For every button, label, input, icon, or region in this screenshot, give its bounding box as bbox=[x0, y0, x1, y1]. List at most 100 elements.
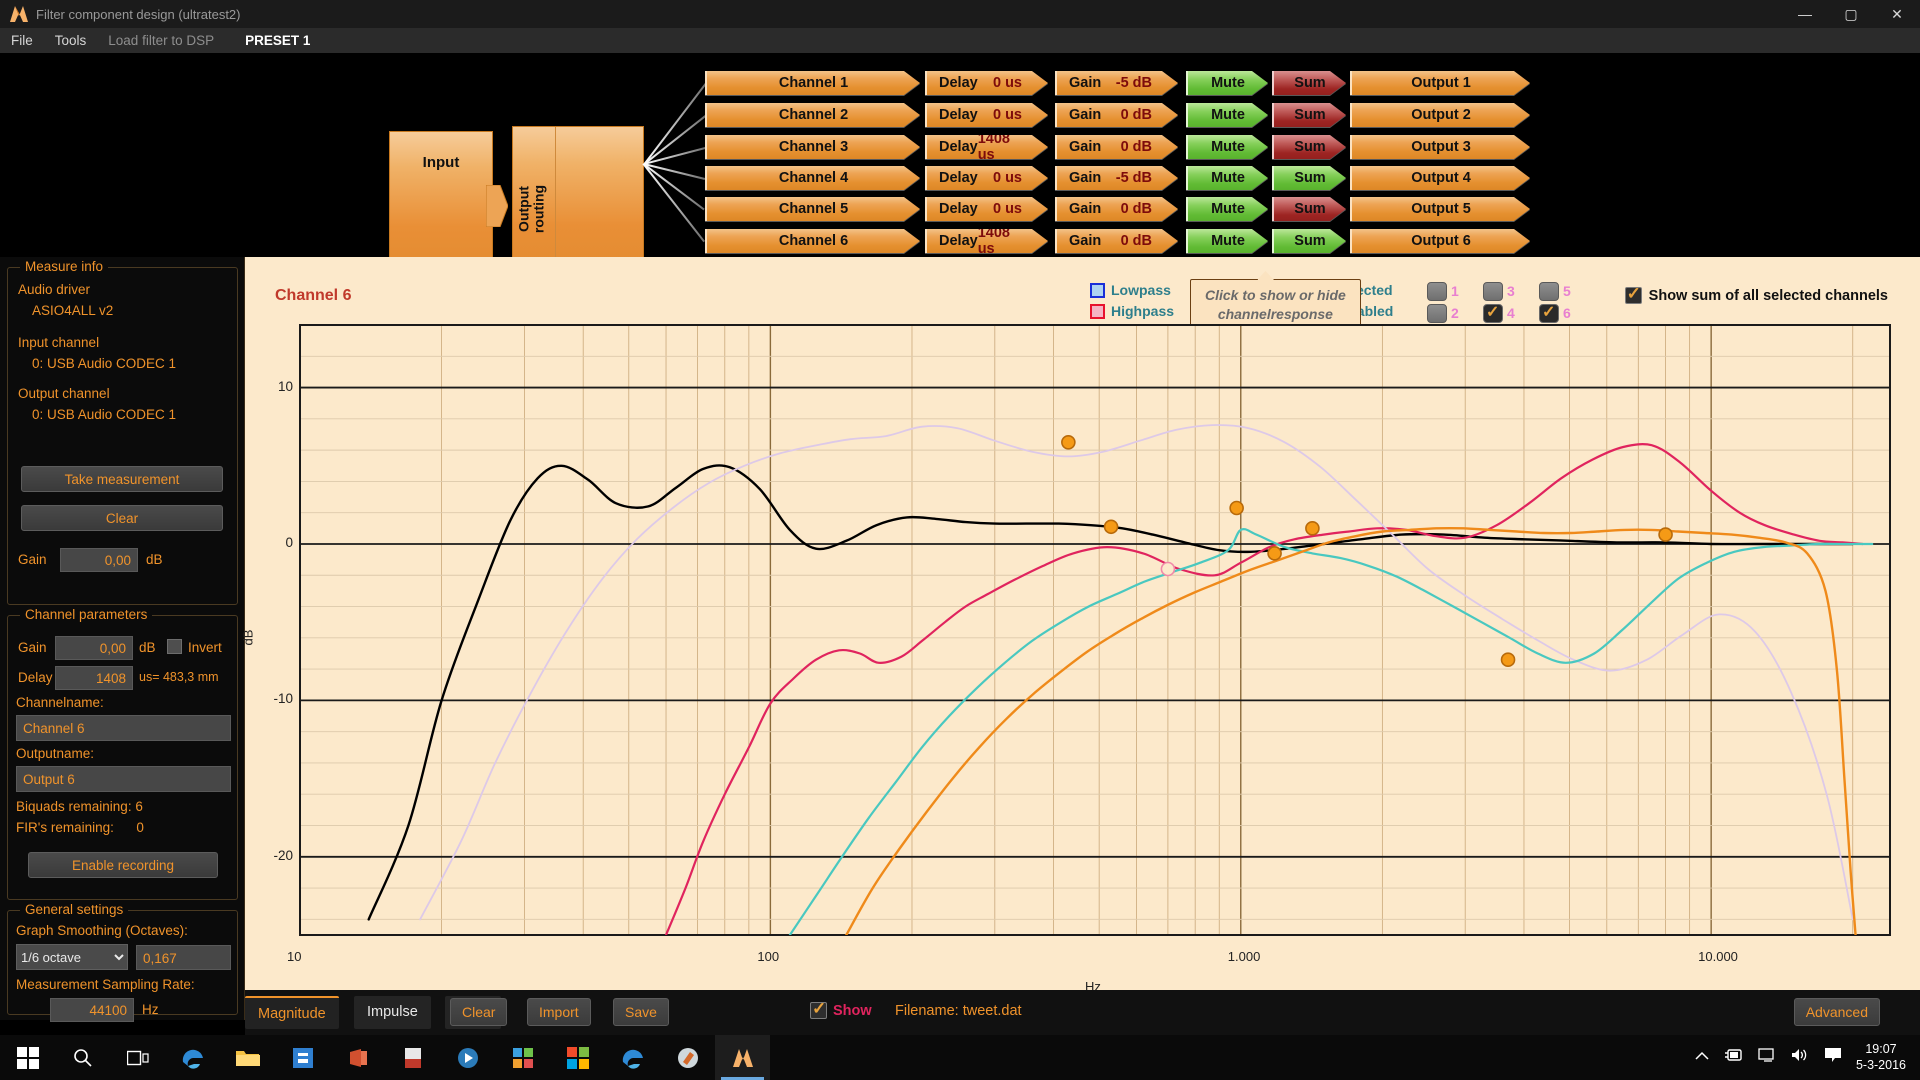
show-hidden-icons-icon[interactable] bbox=[1694, 1049, 1710, 1067]
routing-output-4[interactable]: Output 4 bbox=[1350, 166, 1530, 190]
sampling-rate-input[interactable]: 44100 bbox=[50, 998, 134, 1022]
invert-checkbox[interactable] bbox=[167, 639, 182, 654]
routing-channel-3[interactable]: Channel 3 bbox=[705, 135, 920, 159]
show-checkbox[interactable] bbox=[810, 999, 827, 1019]
routing-channel-2[interactable]: Channel 2 bbox=[705, 103, 920, 127]
filter-marker-7[interactable] bbox=[1500, 652, 1516, 668]
start-icon[interactable] bbox=[0, 1035, 55, 1080]
clock[interactable]: 19:07 5-3-2016 bbox=[1856, 1042, 1906, 1073]
routing-sum-label-5: Sum bbox=[1294, 201, 1326, 217]
routing-output-label-3: Output 3 bbox=[1411, 139, 1471, 155]
routing-gain-2[interactable]: Gain 0 dB bbox=[1055, 103, 1178, 127]
advanced-button[interactable]: Advanced bbox=[1793, 998, 1880, 1026]
minimize-button[interactable]: — bbox=[1782, 0, 1828, 28]
graph-smoothing-value[interactable]: 0,167 bbox=[136, 945, 231, 970]
power-plug-icon[interactable] bbox=[1724, 1048, 1744, 1067]
left-sidebar: Measure info Audio driver ASIO4ALL v2 In… bbox=[0, 257, 245, 1022]
photos-icon[interactable] bbox=[495, 1035, 550, 1080]
filter-marker-4[interactable] bbox=[1229, 500, 1244, 516]
menu-item-file[interactable]: File bbox=[0, 28, 44, 53]
clear-button[interactable]: Clear bbox=[450, 998, 508, 1026]
frequency-response-graph[interactable]: Channel 6 LowpassHighpassOtherMultipleSe… bbox=[240, 257, 1920, 994]
task-view-icon[interactable] bbox=[110, 1035, 165, 1080]
filter-marker-8[interactable] bbox=[1658, 527, 1673, 542]
routing-delay-4[interactable]: Delay 0 us bbox=[925, 166, 1048, 190]
pdf-icon[interactable] bbox=[385, 1035, 440, 1080]
routing-output-5[interactable]: Output 5 bbox=[1350, 197, 1530, 221]
tiles-icon[interactable] bbox=[550, 1035, 605, 1080]
routing-sum-5[interactable]: Sum bbox=[1272, 197, 1346, 221]
routing-gain-4[interactable]: Gain -5 dB bbox=[1055, 166, 1178, 190]
close-button[interactable]: ✕ bbox=[1874, 0, 1920, 28]
routing-output-3[interactable]: Output 3 bbox=[1350, 135, 1530, 159]
routing-mute-6[interactable]: Mute bbox=[1186, 229, 1268, 253]
filter-marker-5[interactable] bbox=[1267, 546, 1282, 561]
app-icon[interactable] bbox=[715, 1035, 770, 1080]
routing-mute-5[interactable]: Mute bbox=[1186, 197, 1268, 221]
routing-mute-2[interactable]: Mute bbox=[1186, 103, 1268, 127]
routing-sum-4[interactable]: Sum bbox=[1272, 166, 1346, 190]
routing-gain-5[interactable]: Gain 0 dB bbox=[1055, 197, 1178, 221]
routing-channel-4[interactable]: Channel 4 bbox=[705, 166, 920, 190]
routing-mute-1[interactable]: Mute bbox=[1186, 71, 1268, 95]
volume-icon[interactable] bbox=[1790, 1047, 1810, 1068]
enable-recording-button[interactable]: Enable recording bbox=[28, 852, 218, 878]
routing-gain-6[interactable]: Gain 0 dB bbox=[1055, 229, 1178, 253]
channel-gain-input[interactable]: 0,00 bbox=[55, 636, 133, 660]
tab-impulse[interactable]: Impulse bbox=[354, 996, 431, 1029]
import-button[interactable]: Import bbox=[527, 998, 591, 1026]
routing-delay-1[interactable]: Delay 0 us bbox=[925, 71, 1048, 95]
routing-sum-2[interactable]: Sum bbox=[1272, 103, 1346, 127]
tab-magnitude[interactable]: Magnitude bbox=[245, 996, 339, 1029]
maximize-button[interactable]: ▢ bbox=[1828, 0, 1874, 28]
routing-mute-4[interactable]: Mute bbox=[1186, 166, 1268, 190]
save-button[interactable]: Save bbox=[613, 998, 669, 1026]
routing-mute-3[interactable]: Mute bbox=[1186, 135, 1268, 159]
menu-item-tools[interactable]: Tools bbox=[44, 28, 98, 53]
routing-sum-1[interactable]: Sum bbox=[1272, 71, 1346, 95]
filter-marker-3[interactable] bbox=[1160, 561, 1176, 577]
menu-item-load-filter-to-dsp[interactable]: Load filter to DSP bbox=[97, 28, 225, 53]
routing-sum-3[interactable]: Sum bbox=[1272, 135, 1346, 159]
window-title-bar[interactable]: Filter component design (ultratest2) — ▢… bbox=[0, 0, 1920, 28]
office-icon[interactable] bbox=[330, 1035, 385, 1080]
routing-sum-6[interactable]: Sum bbox=[1272, 229, 1346, 253]
media-player-icon[interactable] bbox=[440, 1035, 495, 1080]
routing-delay-3[interactable]: Delay 1408 us bbox=[925, 135, 1048, 159]
action-center-icon[interactable] bbox=[1824, 1047, 1842, 1068]
input-channel-label: Input channel bbox=[18, 335, 100, 350]
store-icon[interactable] bbox=[275, 1035, 330, 1080]
channelname-input[interactable]: Channel 6 bbox=[16, 715, 231, 741]
measure-clear-button[interactable]: Clear bbox=[21, 505, 223, 531]
routing-channel-1[interactable]: Channel 1 bbox=[705, 71, 920, 95]
filter-marker-1[interactable] bbox=[1061, 435, 1076, 450]
routing-gain-value-3: 0 dB bbox=[1120, 139, 1152, 155]
edge-icon[interactable] bbox=[165, 1035, 220, 1080]
routing-output-6[interactable]: Output 6 bbox=[1350, 229, 1530, 253]
routing-channel-6[interactable]: Channel 6 bbox=[705, 229, 920, 253]
routing-delay-5[interactable]: Delay 0 us bbox=[925, 197, 1048, 221]
show-checkbox-row[interactable]: Show bbox=[810, 999, 872, 1019]
file-explorer-icon[interactable] bbox=[220, 1035, 275, 1080]
routing-gain-1[interactable]: Gain -5 dB bbox=[1055, 71, 1178, 95]
display-icon[interactable] bbox=[1758, 1047, 1776, 1068]
filter-marker-6[interactable] bbox=[1305, 521, 1320, 536]
routing-delay-6[interactable]: Delay 1408 us bbox=[925, 229, 1048, 253]
channel-delay-input[interactable]: 1408 bbox=[55, 666, 133, 690]
routing-delay-2[interactable]: Delay 0 us bbox=[925, 103, 1048, 127]
routing-channel-5[interactable]: Channel 5 bbox=[705, 197, 920, 221]
routing-output-label-4: Output 4 bbox=[1411, 170, 1471, 186]
paint-icon[interactable] bbox=[660, 1035, 715, 1080]
search-icon[interactable] bbox=[55, 1035, 110, 1080]
routing-output-2[interactable]: Output 2 bbox=[1350, 103, 1530, 127]
edge2-icon[interactable] bbox=[605, 1035, 660, 1080]
routing-output-1[interactable]: Output 1 bbox=[1350, 71, 1530, 95]
filter-marker-2[interactable] bbox=[1103, 519, 1119, 535]
take-measurement-button[interactable]: Take measurement bbox=[21, 466, 223, 492]
preset-indicator[interactable]: PRESET 1 bbox=[225, 33, 310, 48]
measure-gain-input[interactable]: 0,00 bbox=[60, 548, 138, 572]
graph-smoothing-select[interactable]: 1/1 octave1/3 octave1/6 octave1/12 octav… bbox=[16, 944, 128, 970]
outputname-input[interactable]: Output 6 bbox=[16, 766, 231, 792]
routing-gain-3[interactable]: Gain 0 dB bbox=[1055, 135, 1178, 159]
plot-canvas[interactable] bbox=[245, 257, 1920, 990]
